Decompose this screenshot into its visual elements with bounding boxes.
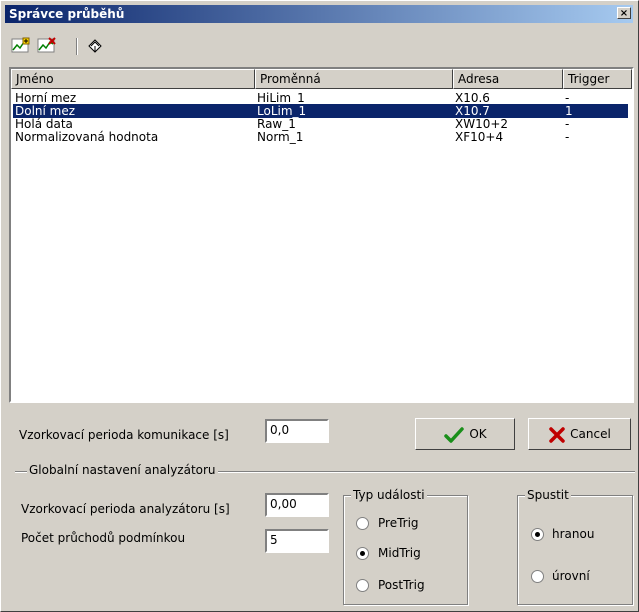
table-cell: Horní mez <box>15 91 77 105</box>
radio-pretrig-label[interactable]: PreTrig <box>378 516 419 530</box>
title-bar[interactable]: Správce průběhů × <box>5 5 633 23</box>
remove-chart-button[interactable] <box>37 37 57 55</box>
table-cell: Holá data <box>15 117 73 131</box>
col-header-variable[interactable]: Proměnná <box>255 69 453 89</box>
radio-hranou[interactable] <box>531 528 544 541</box>
table-cell: XF10+4 <box>455 130 504 144</box>
radio-midtrig-label[interactable]: MidTrig <box>378 546 421 560</box>
col-header-address[interactable]: Adresa <box>453 69 563 89</box>
table-cell: HiLim_1 <box>257 91 305 105</box>
table-cell: - <box>565 130 570 144</box>
radio-posttrig[interactable] <box>356 579 369 592</box>
table-row[interactable]: Normalizovaná hodnota Norm_1 XF10+4 - <box>13 130 628 144</box>
analyzer-period-label: Vzorkovací perioda analyzátoru [s] <box>21 502 230 516</box>
window-title: Správce průběhů <box>9 7 125 21</box>
remove-chart-icon <box>37 37 56 53</box>
close-button[interactable]: × <box>617 7 631 19</box>
table-cell: Normalizovaná hodnota <box>15 130 159 144</box>
cancel-label: Cancel <box>570 427 611 441</box>
toolbar-separator <box>76 38 78 55</box>
radio-urovni[interactable] <box>531 570 544 583</box>
table-cell: Raw_1 <box>257 117 296 131</box>
trigger-start-group <box>517 495 633 605</box>
comm-period-input[interactable]: 0,0 <box>265 419 329 443</box>
cancel-button[interactable]: Cancel <box>528 418 631 450</box>
radio-urovni-label[interactable]: úrovní <box>552 569 590 583</box>
table-cell: LoLim_1 <box>257 104 307 118</box>
global-settings-title: Globalní nastavení analyzátoru <box>27 463 218 477</box>
table-row[interactable]: Holá data Raw_1 XW10+2 - <box>13 117 628 131</box>
add-chart-icon <box>11 37 30 53</box>
col-header-name[interactable]: Jméno <box>11 69 255 89</box>
table-cell: - <box>565 117 570 131</box>
radio-hranou-label[interactable]: hranou <box>552 527 594 541</box>
waveform-list[interactable]: Jméno Proměnná Adresa Trigger Horní mez H… <box>9 67 634 403</box>
comm-period-label: Vzorkovací perioda komunikace [s] <box>19 428 229 442</box>
list-header: Jméno Proměnná Adresa Trigger <box>11 69 632 89</box>
table-cell: XW10+2 <box>455 117 509 131</box>
ok-button[interactable]: OK <box>415 418 515 450</box>
col-header-trigger[interactable]: Trigger <box>563 69 632 89</box>
table-row[interactable]: Dolní mez LoLim_1 X10.7 1 <box>13 104 628 118</box>
table-cell: Norm_1 <box>257 130 304 144</box>
add-chart-button[interactable] <box>11 37 31 55</box>
radio-posttrig-label[interactable]: PostTrig <box>378 578 425 592</box>
passes-label: Počet průchodů podmínkou <box>21 531 186 545</box>
table-cell: Dolní mez <box>15 104 76 118</box>
passes-input[interactable]: 5 <box>265 529 329 553</box>
window: Správce průběhů × Jméno Proměnná Adresa … <box>0 0 639 612</box>
clear-button[interactable] <box>85 37 105 55</box>
ok-label: OK <box>469 427 487 441</box>
table-cell: X10.6 <box>455 91 490 105</box>
check-icon <box>444 426 465 443</box>
trigger-start-title: Spustit <box>525 488 571 502</box>
radio-pretrig[interactable] <box>356 517 369 530</box>
table-cell: 1 <box>565 104 573 118</box>
radio-midtrig[interactable] <box>356 547 369 560</box>
analyzer-period-input[interactable]: 0,00 <box>265 493 329 517</box>
table-cell: - <box>565 91 570 105</box>
table-row[interactable]: Horní mez HiLim_1 X10.6 - <box>13 91 628 105</box>
cancel-x-icon <box>549 426 565 443</box>
event-type-title: Typ události <box>351 488 427 502</box>
clear-icon <box>88 39 102 53</box>
toolbar <box>5 25 633 61</box>
table-cell: X10.7 <box>455 104 490 118</box>
